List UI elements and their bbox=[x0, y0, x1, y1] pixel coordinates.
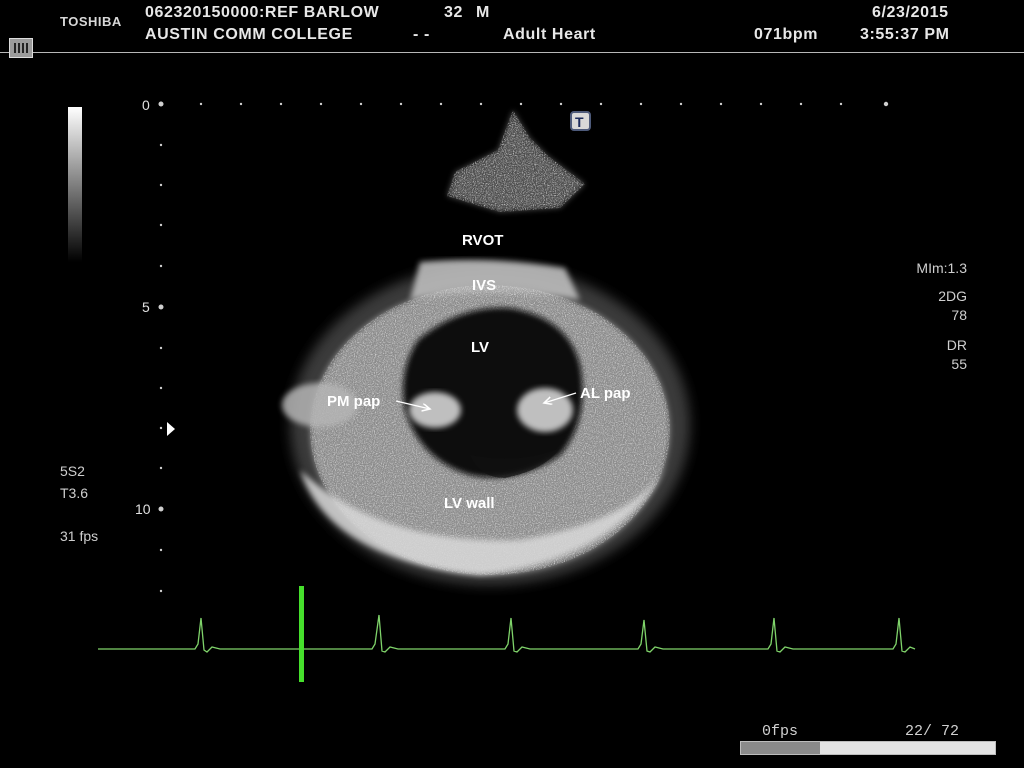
heart-short-axis bbox=[282, 260, 690, 585]
ultrasound-image: 0 5 10 T RVOT IVS LV PM pap AL pap LV wa… bbox=[68, 97, 916, 682]
label-ivs: IVS bbox=[472, 277, 496, 294]
ecg-frame-marker bbox=[299, 586, 304, 682]
orientation-marker-icon: T bbox=[570, 111, 591, 131]
depth-label-0: 0 bbox=[142, 97, 150, 113]
label-lv-wall: LV wall bbox=[444, 495, 495, 512]
ecg-trace bbox=[98, 586, 916, 682]
depth-label-5: 5 bbox=[142, 299, 150, 315]
depth-label-10: 10 bbox=[135, 501, 151, 517]
grayscale-bar bbox=[68, 107, 82, 262]
label-al-pap: AL pap bbox=[580, 385, 631, 402]
svg-text:T: T bbox=[575, 114, 584, 130]
label-rvot: RVOT bbox=[462, 232, 503, 249]
label-pm-pap: PM pap bbox=[327, 393, 380, 410]
focus-marker-icon bbox=[167, 422, 175, 436]
playback-fps: 0fps bbox=[762, 723, 799, 740]
top-dotted-ruler bbox=[158, 101, 889, 107]
cine-progress-fill bbox=[741, 742, 820, 754]
near-field-echo bbox=[447, 110, 585, 212]
cine-progress-bar[interactable] bbox=[740, 741, 996, 755]
frame-counter: 22/ 72 bbox=[905, 723, 960, 740]
depth-scale: 0 5 10 bbox=[135, 97, 175, 593]
label-lv: LV bbox=[471, 339, 489, 356]
